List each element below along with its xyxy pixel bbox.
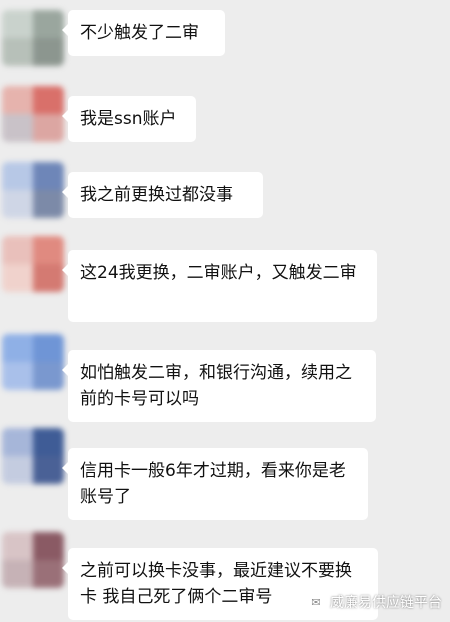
avatar[interactable] bbox=[2, 532, 64, 588]
watermark-text: 威廉易供应链平台 bbox=[330, 595, 442, 611]
message-bubble[interactable]: 如怕触发二审，和银行沟通，续用之前的卡号可以吗 bbox=[62, 350, 376, 422]
avatar[interactable] bbox=[2, 236, 64, 292]
message-bubble[interactable]: 我是ssn账户 bbox=[62, 96, 196, 142]
avatar[interactable] bbox=[2, 334, 64, 390]
message-bubble[interactable]: 我之前更换过都没事 bbox=[62, 172, 263, 218]
avatar[interactable] bbox=[2, 162, 64, 218]
message-bubble[interactable]: 信用卡一般6年才过期，看来你是老账号了 bbox=[62, 448, 368, 520]
wechat-icon: ✉ bbox=[307, 593, 325, 611]
message-bubble[interactable]: 这24我更换，二审账户，又触发二审 bbox=[62, 250, 377, 322]
avatar[interactable] bbox=[2, 428, 64, 484]
message-bubble[interactable]: 不少触发了二审 bbox=[62, 10, 225, 56]
avatar[interactable] bbox=[2, 10, 64, 66]
watermark: ✉ 威廉易供应链平台 bbox=[307, 592, 442, 612]
avatar[interactable] bbox=[2, 86, 64, 142]
